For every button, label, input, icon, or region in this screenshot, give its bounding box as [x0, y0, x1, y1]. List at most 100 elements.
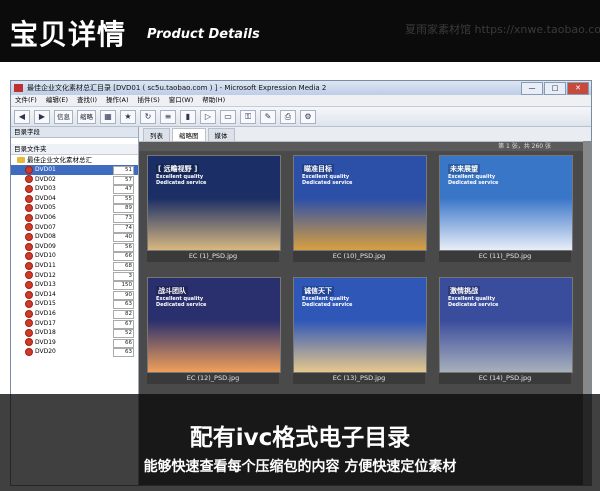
menu-action[interactable]: 操作(A)	[106, 95, 129, 106]
disc-icon	[25, 319, 33, 328]
tree-item-label: DVD04	[35, 194, 56, 202]
disc-icon	[25, 252, 33, 261]
tab-list[interactable]: 列表	[143, 128, 170, 141]
thumbnail-item[interactable]: 诚信天下 Excellent quality Dedicated service EC…	[293, 277, 427, 384]
tree-item-dvd10[interactable]: DVD10 66	[11, 251, 138, 262]
settings-icon[interactable]: ⚙	[300, 109, 316, 124]
thumbnail-headline: 未来展望	[448, 164, 480, 174]
disc-icon	[25, 232, 33, 241]
star-icon[interactable]: ★	[120, 109, 136, 124]
maximize-button[interactable]: □	[544, 82, 566, 95]
thumbnail-item[interactable]: 战斗团队 Excellent quality Dedicated service EC…	[147, 277, 281, 384]
tree-item-dvd04[interactable]: DVD04 55	[11, 194, 138, 204]
disc-icon	[25, 328, 33, 337]
thumbnail-tagline: Excellent quality Dedicated service	[448, 296, 499, 308]
edit-icon[interactable]: ✎	[260, 109, 276, 124]
catalog-folders-header[interactable]: 目录文件夹	[11, 144, 138, 155]
tree-item-dvd12[interactable]: DVD12 3	[11, 271, 138, 281]
tree-item-dvd19[interactable]: DVD19 66	[11, 338, 138, 348]
disc-icon	[25, 290, 33, 299]
header-title-cn: 宝贝详情	[10, 18, 127, 51]
tree-item-dvd06[interactable]: DVD06 73	[11, 213, 138, 223]
tree-item-dvd16[interactable]: DVD16 82	[11, 309, 138, 319]
tree-item-dvd09[interactable]: DVD09 56	[11, 242, 138, 252]
app-icon	[14, 84, 23, 92]
banner-headline: 配有ivc格式电子目录	[189, 425, 411, 451]
list-icon[interactable]: ≡	[160, 109, 176, 124]
play-icon[interactable]: ▷	[200, 109, 216, 124]
tree-item-dvd07[interactable]: DVD07 74	[11, 223, 138, 233]
thumbnail-filename: EC (10)_PSD.jpg	[293, 251, 425, 262]
thumbnail-item[interactable]: [ 远瞻视野 ] Excellent quality Dedicated servi…	[147, 155, 281, 262]
tree-item-label: DVD01	[35, 166, 56, 173]
menu-window[interactable]: 窗口(W)	[169, 95, 194, 106]
minimize-button[interactable]: —	[521, 82, 543, 95]
rotate-icon[interactable]: ↻	[140, 109, 156, 124]
tree-item-label: DVD20	[35, 348, 56, 356]
tree-item-dvd20[interactable]: DVD20 63	[11, 347, 138, 358]
thumbnail-image: [ 远瞻视野 ] Excellent quality Dedicated servi…	[147, 155, 281, 251]
tab-media[interactable]: 媒体	[207, 128, 235, 141]
thumbnail-filename: EC (14)_PSD.jpg	[439, 373, 571, 384]
forward-icon[interactable]: ▶	[34, 109, 50, 124]
tree-item-dvd17[interactable]: DVD17 67	[11, 319, 138, 329]
close-button[interactable]: ✕	[567, 82, 589, 95]
print-icon[interactable]: ⎙	[280, 109, 296, 124]
tree-item-label: DVD13	[35, 281, 56, 289]
tree-item-label: DVD15	[35, 300, 56, 308]
disc-icon	[25, 261, 33, 270]
menu-help[interactable]: 帮助(H)	[202, 95, 225, 106]
lock-icon[interactable]: ⚿	[240, 109, 256, 124]
tree-item-dvd02[interactable]: DVD02 57	[11, 175, 138, 185]
header-watermark: 夏雨家素材馆 https://xnwe.taobao.com	[405, 23, 600, 36]
menu-find[interactable]: 查找(I)	[77, 95, 97, 106]
thumb-button[interactable]: 缩略	[77, 109, 96, 124]
tree-item-dvd08[interactable]: DVD08 40	[11, 232, 138, 243]
window-icon[interactable]: ▭	[220, 109, 236, 124]
disc-icon	[25, 271, 33, 280]
thumbnail-headline: 激情挑战	[448, 286, 480, 296]
tree-item-dvd11[interactable]: DVD11 68	[11, 261, 138, 271]
thumbnail-tagline: Excellent quality Dedicated service	[156, 174, 207, 186]
tab-thumbnails[interactable]: 缩略图	[172, 128, 206, 141]
toolbar: ◀ ▶ 信息 缩略 ▦ ★ ↻ ≡ ▮ ▷ ▭ ⚿ ✎ ⎙ ⚙	[11, 107, 591, 127]
thumbnail-headline: 瞄准目标	[302, 164, 334, 174]
thumbnail-headline: 战斗团队	[156, 286, 188, 296]
disc-icon	[25, 165, 33, 174]
menu-plugins[interactable]: 插件(S)	[138, 95, 160, 106]
disc-icon	[25, 175, 33, 184]
tree-root[interactable]: 最佳企业文化素材总汇	[11, 155, 138, 165]
tree-item-dvd01[interactable]: DVD01 51	[11, 165, 138, 175]
thumbnail-item[interactable]: 激情挑战 Excellent quality Dedicated service EC…	[439, 277, 573, 384]
thumbnail-tagline: Excellent quality Dedicated service	[302, 296, 353, 308]
tree-item-dvd13[interactable]: DVD13 150	[11, 280, 138, 291]
menu-edit[interactable]: 编辑(E)	[46, 95, 68, 106]
thumbnail-item[interactable]: 瞄准目标 Excellent quality Dedicated service EC…	[293, 155, 427, 262]
tree-item-dvd03[interactable]: DVD03 47	[11, 184, 138, 195]
disc-icon	[25, 242, 33, 251]
menu-file[interactable]: 文件(F)	[15, 95, 37, 106]
menu-bar: 文件(F) 编辑(E) 查找(I) 操作(A) 插件(S) 窗口(W) 帮助(H…	[11, 95, 591, 107]
thumbnail-item[interactable]: 未来展望 Excellent quality Dedicated service EC…	[439, 155, 573, 262]
tree-item-label: DVD18	[35, 329, 56, 337]
thumbnail-tagline: Excellent quality Dedicated service	[448, 174, 499, 186]
tree-item-label: DVD08	[35, 233, 56, 241]
grid-icon[interactable]: ▦	[100, 109, 116, 124]
back-icon[interactable]: ◀	[14, 109, 30, 124]
tree-item-dvd15[interactable]: DVD15 63	[11, 299, 138, 310]
thumbnail-tagline: Excellent quality Dedicated service	[156, 296, 207, 308]
tree-item-dvd05[interactable]: DVD05 89	[11, 203, 138, 214]
thumbnail-tagline: Excellent quality Dedicated service	[302, 174, 353, 186]
thumbnail-image: 诚信天下 Excellent quality Dedicated service	[293, 277, 427, 373]
disc-icon	[25, 348, 33, 357]
chart-icon[interactable]: ▮	[180, 109, 196, 124]
info-button[interactable]: 信息	[54, 109, 73, 124]
thumbnail-filename: EC (12)_PSD.jpg	[147, 373, 279, 384]
tree-item-dvd14[interactable]: DVD14 90	[11, 290, 138, 300]
catalog-fields-header[interactable]: 目录字段	[11, 127, 138, 138]
tree-item-label: DVD02	[35, 175, 56, 183]
tree-item-dvd18[interactable]: DVD18 52	[11, 328, 138, 339]
tree-item-count: 63	[113, 348, 134, 358]
promo-banner: 配有ivc格式电子目录 能够快速查看每个压缩包的内容 方便快速定位素材	[0, 394, 600, 491]
thumbnail-filename: EC (1)_PSD.jpg	[147, 251, 279, 262]
